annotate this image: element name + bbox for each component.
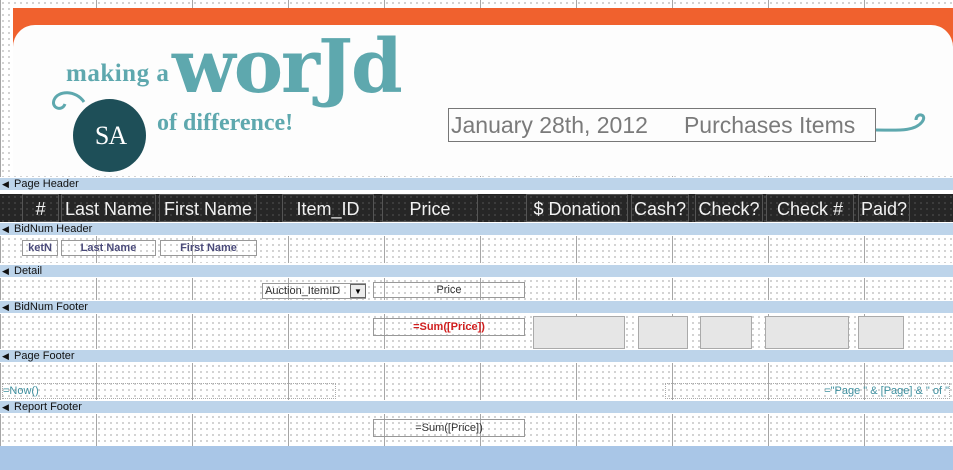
dropdown-arrow-icon[interactable]: ▼ [350,284,366,298]
paid-sum-box[interactable] [858,316,904,349]
section-label: Page Header [14,178,79,190]
check-number-sum-box[interactable] [765,316,849,349]
section-detail[interactable]: ◀ Detail [0,264,953,277]
section-label: Report Footer [14,401,82,413]
logo-text-world: worJd [172,24,403,110]
col-header-donation[interactable]: $ Donation [526,194,628,222]
first-name-field[interactable]: First Name [160,240,257,256]
logo-text-making: making a [66,60,170,87]
section-arrow-icon: ◀ [2,179,9,189]
section-page-footer[interactable]: ◀ Page Footer [0,349,953,362]
col-header-check[interactable]: Check? [695,194,763,222]
section-page-header[interactable]: ◀ Page Header [0,177,953,190]
report-date: January 28th, 2012 [451,112,648,138]
section-arrow-icon: ◀ [2,351,9,361]
section-arrow-icon: ◀ [2,266,9,276]
logo-text-difference: of difference! [157,110,294,136]
report-sum-price-field[interactable]: =Sum([Price]) [373,419,525,437]
cash-sum-box[interactable] [638,316,688,349]
swirl-tail-icon [876,113,926,132]
banner-white-panel [13,25,953,176]
section-arrow-icon: ◀ [2,302,9,312]
swirl-icon [52,91,86,110]
section-label: BidNum Header [14,223,93,235]
report-title-box[interactable]: January 28th, 2012 Purchases Items [448,108,876,142]
col-header-price[interactable]: Price [382,194,478,222]
report-title: Purchases Items [683,112,856,138]
section-arrow-icon: ◀ [2,402,9,412]
price-field[interactable]: Price [373,282,525,298]
section-report-footer[interactable]: ◀ Report Footer [0,400,953,413]
check-sum-box[interactable] [700,316,752,349]
designer-bottom-area [0,446,953,470]
col-header-paid[interactable]: Paid? [858,194,910,222]
col-header-first-name[interactable]: First Name [159,194,257,222]
col-header-number[interactable]: # [22,194,59,222]
section-bidnum-footer[interactable]: ◀ BidNum Footer [0,300,953,313]
section-label: Page Footer [14,350,75,362]
now-field[interactable]: =Now() [2,383,336,399]
col-header-cash[interactable]: Cash? [631,194,689,222]
section-arrow-icon: ◀ [2,224,9,234]
col-header-check-number[interactable]: Check # [766,194,854,222]
section-label: BidNum Footer [14,301,88,313]
section-label: Detail [14,265,43,277]
col-header-item-id[interactable]: Item_ID [282,194,374,222]
sum-price-field[interactable]: =Sum([Price]) [373,318,525,336]
col-header-last-name[interactable]: Last Name [61,194,156,222]
last-name-field[interactable]: Last Name [61,240,156,256]
bidnum-field[interactable]: ketN [22,240,58,256]
donation-sum-box[interactable] [533,316,625,349]
page-number-field[interactable]: ="Page " & [Page] & " of " [665,383,950,399]
section-bidnum-header[interactable]: ◀ BidNum Header [0,222,953,235]
